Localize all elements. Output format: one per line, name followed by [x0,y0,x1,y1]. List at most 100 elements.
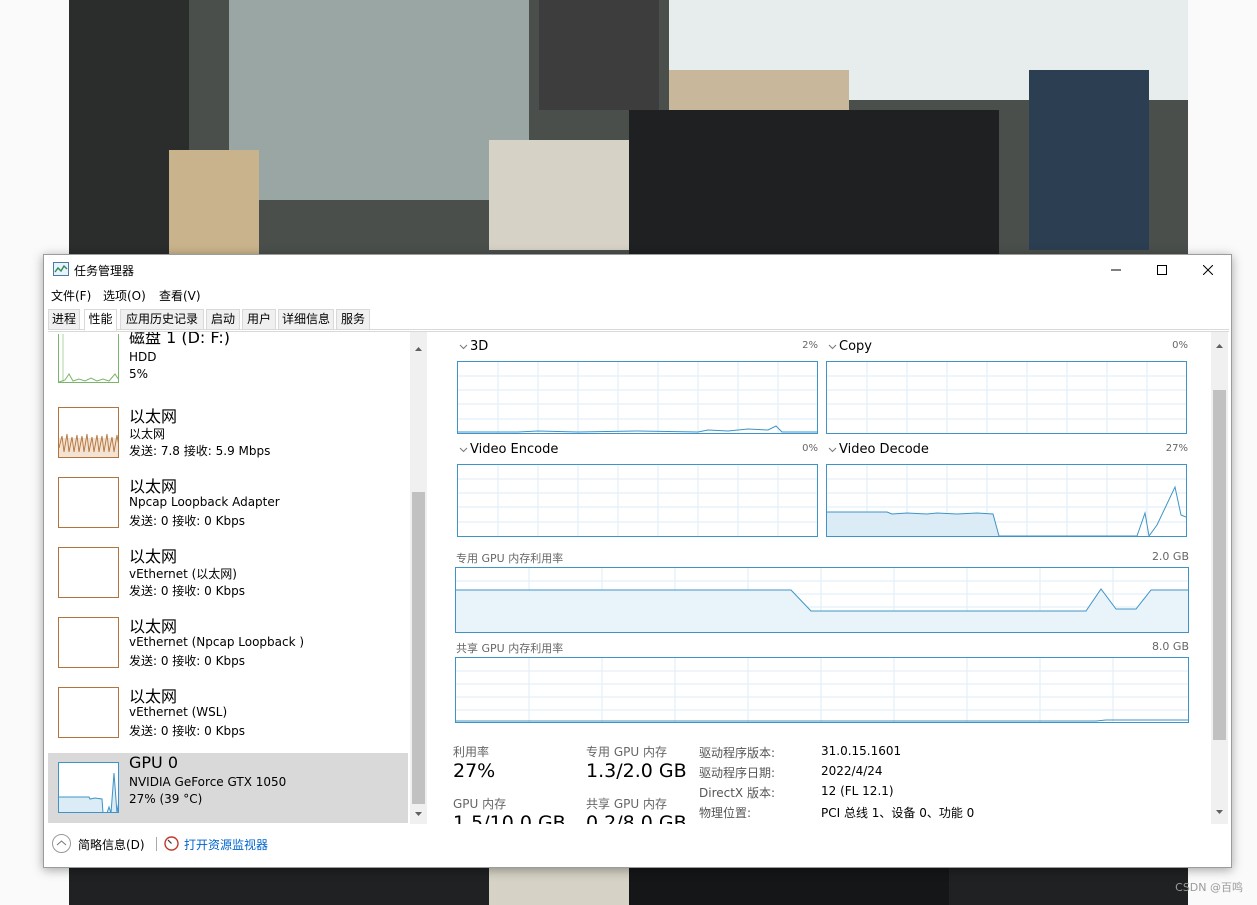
chevron-down-icon[interactable] [459,447,468,453]
chevron-down-icon[interactable] [459,344,468,350]
scroll-down-icon [1216,810,1223,814]
dedicated-memory-max: 2.0 GB [1151,550,1189,563]
list-item-ethernet[interactable]: 以太网 vEthernet (Npcap Loopback ) 发送: 0 接收… [48,613,408,683]
device-sub: vEthernet (WSL) [129,705,228,719]
menu-file[interactable]: 文件(F) [51,287,91,304]
scrollbar-graphics [1213,344,1226,814]
detail-scrollbar[interactable] [1211,332,1228,824]
shared-mem-value: 0.2/8.0 GB [586,812,687,824]
resource-monitor-icon[interactable] [164,836,179,851]
device-sub: HDD [129,350,157,364]
shared-memory-label: 共享 GPU 内存利用率 [456,642,564,655]
tab-users[interactable]: 用户 [242,309,276,330]
menu-view[interactable]: 查看(V) [159,287,201,304]
ethernet-thumbnail [58,407,119,458]
fewer-details-button[interactable] [52,834,71,853]
device-sub: NVIDIA GeForce GTX 1050 [129,775,287,789]
device-sub: 以太网 [129,427,166,441]
task-manager-icon [53,262,69,276]
close-button[interactable] [1185,255,1231,284]
tab-details[interactable]: 详细信息 [278,309,334,330]
minimize-button[interactable] [1093,255,1139,284]
engine-video-decode-label: Video Decode [839,442,929,457]
device-stat: 发送: 0 接收: 0 Kbps [129,724,245,738]
menu-bar: 文件(F) 选项(O) 查看(V) [44,284,1231,306]
engine-copy-graph [826,361,1187,434]
device-stat: 5% [129,367,149,381]
performance-content: 磁盘 1 (D: F:) HDD 5% 以太网 以太网 发送: 7.8 接收: … [48,331,1229,824]
fewer-details-label[interactable]: 简略信息(D) [78,836,145,853]
device-name: 以太网 [129,407,178,426]
device-list-scrollbar[interactable] [410,332,427,824]
title-bar[interactable]: 任务管理器 [44,255,1231,284]
ethernet-thumbnail [58,617,119,668]
device-name: 以太网 [129,687,178,706]
maximize-button[interactable] [1139,255,1185,284]
engine-video-decode-graph [826,464,1187,537]
scroll-up-icon [1216,344,1223,348]
disk-thumbnail [58,334,119,383]
list-item-ethernet[interactable]: 以太网 以太网 发送: 7.8 接收: 5.9 Mbps [48,403,408,473]
engine-video-encode-label: Video Encode [470,442,559,457]
chevron-down-icon[interactable] [828,344,837,350]
scroll-thumb [412,492,425,804]
minimize-icon [1111,269,1121,270]
gpu-detail-pane: 3D 2% Copy 0% Video Encode 0% Video Deco… [448,332,1208,824]
chevron-down-icon[interactable] [828,447,837,453]
device-stat: 27% (39 °C) [129,792,203,806]
directx-version-value: 12 (FL 12.1) [821,784,894,798]
tab-performance[interactable]: 性能 [84,309,117,331]
device-sub: vEthernet (以太网) [129,567,237,581]
dedicated-memory-graph [455,567,1189,633]
engine-copy-pct: 0% [1172,340,1188,351]
scroll-up-icon [415,347,422,351]
list-item-gpu[interactable]: GPU 0 NVIDIA GeForce GTX 1050 27% (39 °C… [48,753,408,823]
device-stat: 发送: 0 接收: 0 Kbps [129,654,245,668]
ethernet-thumbnail [58,547,119,598]
open-resource-monitor-link[interactable]: 打开资源监视器 [184,836,268,853]
device-name: 以太网 [129,617,178,636]
dedicated-mem-value: 1.3/2.0 GB [586,760,687,782]
tab-processes[interactable]: 进程 [48,309,80,330]
engine-video-encode-graph [457,464,818,537]
shared-memory-graph [455,657,1189,723]
engine-video-decode-pct: 27% [1165,443,1188,454]
device-list: 磁盘 1 (D: F:) HDD 5% 以太网 以太网 发送: 7.8 接收: … [48,332,428,824]
physical-location-value: PCI 总线 1、设备 0、功能 0 [821,806,975,820]
list-item-ethernet[interactable]: 以太网 vEthernet (WSL) 发送: 0 接收: 0 Kbps [48,683,408,753]
gpu-thumbnail [58,762,119,813]
device-stat: 发送: 0 接收: 0 Kbps [129,514,245,528]
tab-strip: 进程 性能 应用历史记录 启动 用户 详细信息 服务 [48,309,1229,331]
device-name: 磁盘 1 (D: F:) [129,332,230,347]
menu-options[interactable]: 选项(O) [103,287,146,304]
scroll-down-icon [415,812,422,816]
shared-mem-label: 共享 GPU 内存 [586,797,667,811]
ethernet-thumbnail [58,687,119,738]
directx-version-key: DirectX 版本: [699,786,776,800]
driver-date-value: 2022/4/24 [821,764,883,778]
tab-app-history[interactable]: 应用历史记录 [120,309,204,330]
gpu-memory-label: GPU 内存 [453,797,507,811]
close-icon [1203,264,1213,275]
device-stat: 发送: 0 接收: 0 Kbps [129,584,245,598]
list-item-ethernet[interactable]: 以太网 vEthernet (以太网) 发送: 0 接收: 0 Kbps [48,543,408,613]
device-sub: vEthernet (Npcap Loopback ) [129,635,305,649]
driver-version-key: 驱动程序版本: [699,746,776,760]
dedicated-memory-label: 专用 GPU 内存利用率 [456,552,564,565]
watermark: CSDN @百鸣 [1175,881,1243,894]
device-sub: Npcap Loopback Adapter [129,495,280,509]
device-stat: 发送: 7.8 接收: 5.9 Mbps [129,444,271,458]
device-name: GPU 0 [129,753,179,772]
tab-startup[interactable]: 启动 [206,309,240,330]
task-manager-window: 任务管理器 文件(F) 选项(O) 查看(V) 进程 性能 应用历史记录 启动 … [43,254,1232,868]
engine-video-encode-pct: 0% [802,443,818,454]
footer-bar: 简略信息(D) 打开资源监视器 [44,825,1231,867]
device-name: 以太网 [129,547,178,566]
utilization-value: 27% [453,760,496,782]
tab-services[interactable]: 服务 [336,309,370,330]
dedicated-mem-label: 专用 GPU 内存 [586,745,667,759]
engine-3d-label: 3D [470,339,489,354]
window-title: 任务管理器 [74,264,135,278]
list-item-ethernet[interactable]: 以太网 Npcap Loopback Adapter 发送: 0 接收: 0 K… [48,473,408,543]
list-item-disk[interactable]: 磁盘 1 (D: F:) HDD 5% [48,332,408,394]
